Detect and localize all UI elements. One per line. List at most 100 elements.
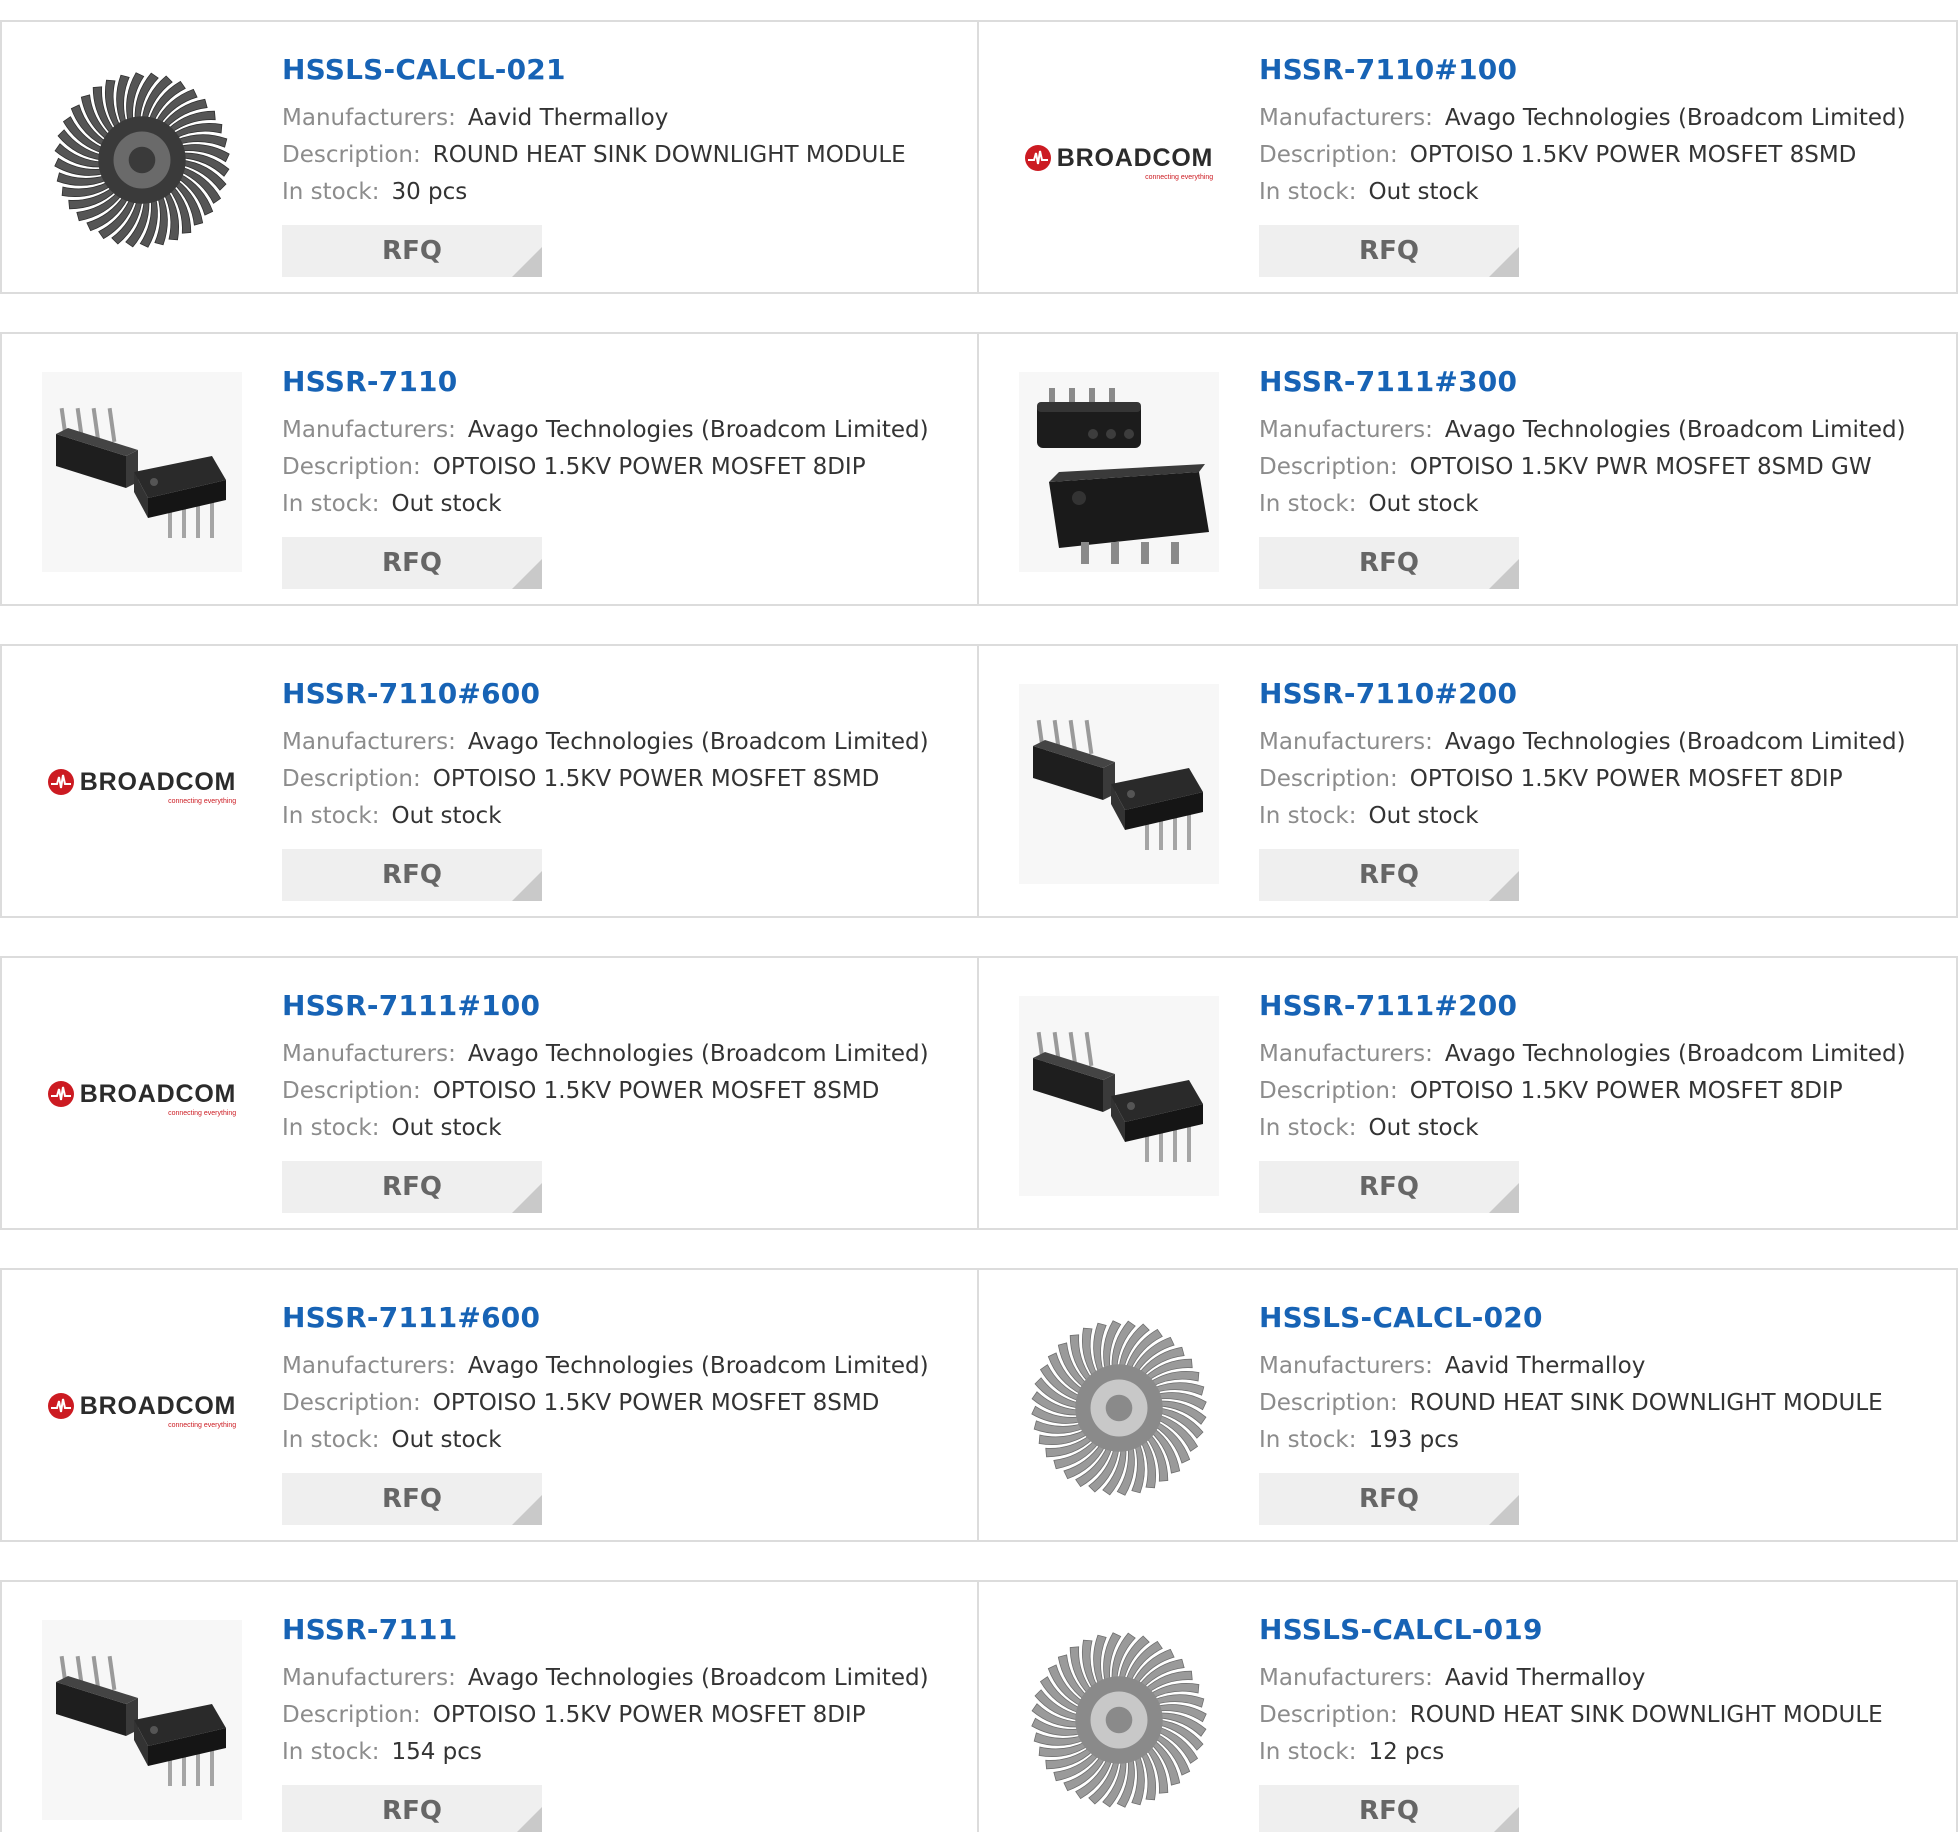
stock-row: In stock: 30 pcs: [282, 174, 967, 211]
part-number-link[interactable]: HSSLS-CALCL-019: [1259, 1612, 1946, 1648]
manufacturer-row: Manufacturers: Avago Technologies (Broadc…: [1259, 412, 1946, 449]
stock-value: 12 pcs: [1368, 1739, 1445, 1765]
stock-label: In stock:: [1259, 1739, 1357, 1765]
stock-row: In stock: Out stock: [282, 798, 967, 835]
broadcom-logo: BROADCOM connecting everything: [47, 1079, 237, 1117]
product-image[interactable]: [1017, 684, 1221, 888]
manufacturer-label: Manufacturers:: [282, 417, 456, 443]
product-image[interactable]: [40, 60, 244, 264]
product-info: HSSR-7111#200 Manufacturers: Avago Techno…: [1259, 988, 1946, 1213]
description-label: Description:: [1259, 454, 1398, 480]
part-number-link[interactable]: HSSR-7111#300: [1259, 364, 1946, 400]
part-number-link[interactable]: HSSLS-CALCL-020: [1259, 1300, 1946, 1336]
rfq-button[interactable]: RFQ: [1259, 1473, 1519, 1525]
rfq-label: RFQ: [382, 1172, 442, 1202]
description-label: Description:: [282, 454, 421, 480]
product-image[interactable]: [40, 1620, 244, 1824]
description-label: Description:: [282, 1702, 421, 1728]
description-label: Description:: [1259, 1702, 1398, 1728]
rfq-button[interactable]: RFQ: [282, 537, 542, 589]
product-info: HSSR-7110#200 Manufacturers: Avago Techno…: [1259, 676, 1946, 901]
rfq-button[interactable]: RFQ: [282, 1473, 542, 1525]
product-info: HSSR-7110 Manufacturers: Avago Technologi…: [282, 364, 967, 589]
description-value: ROUND HEAT SINK DOWNLIGHT MODULE: [432, 142, 906, 168]
rfq-button[interactable]: RFQ: [282, 849, 542, 901]
description-row: Description: ROUND HEAT SINK DOWNLIGHT MO…: [1259, 1385, 1946, 1422]
description-label: Description:: [1259, 766, 1398, 792]
stock-label: In stock:: [1259, 1427, 1357, 1453]
broadcom-wordmark: BROADCOM: [79, 767, 237, 796]
stock-value: Out stock: [391, 491, 502, 517]
manufacturer-value: Avago Technologies (Broadcom Limited): [1444, 729, 1906, 755]
manufacturer-row: Manufacturers: Avago Technologies (Broadc…: [1259, 724, 1946, 761]
part-number-link[interactable]: HSSR-7110#600: [282, 676, 967, 712]
heatsink-dark-icon: [47, 65, 237, 259]
part-number-link[interactable]: HSSR-7111#600: [282, 1300, 967, 1336]
product-image[interactable]: BROADCOM connecting everything: [40, 1308, 244, 1512]
manufacturer-row: Manufacturers: Avago Technologies (Broadc…: [282, 1660, 967, 1697]
product-card: BROADCOM connecting everything HSSR-7110…: [979, 20, 1958, 294]
stock-value: Out stock: [391, 1427, 502, 1453]
description-value: OPTOISO 1.5KV POWER MOSFET 8SMD: [432, 1078, 880, 1104]
heatsink-light-icon: [1024, 1313, 1214, 1507]
part-number-link[interactable]: HSSR-7111: [282, 1612, 967, 1648]
product-card: HSSLS-CALCL-019 Manufacturers: Aavid Ther…: [979, 1580, 1958, 1832]
stock-value: 154 pcs: [391, 1739, 482, 1765]
manufacturer-value: Aavid Thermalloy: [1444, 1665, 1646, 1691]
description-value: OPTOISO 1.5KV POWER MOSFET 8DIP: [1409, 1078, 1843, 1104]
rfq-button[interactable]: RFQ: [1259, 537, 1519, 589]
stock-label: In stock:: [282, 1115, 380, 1141]
product-image[interactable]: [1017, 1308, 1221, 1512]
product-card: BROADCOM connecting everything HSSR-7110…: [0, 644, 979, 918]
description-row: Description: OPTOISO 1.5KV POWER MOSFET 8…: [1259, 761, 1946, 798]
rfq-button[interactable]: RFQ: [282, 225, 542, 277]
product-info: HSSR-7111#300 Manufacturers: Avago Techno…: [1259, 364, 1946, 589]
description-value: OPTOISO 1.5KV POWER MOSFET 8SMD: [1409, 142, 1857, 168]
rfq-button[interactable]: RFQ: [1259, 1161, 1519, 1213]
manufacturer-label: Manufacturers:: [282, 1665, 456, 1691]
description-row: Description: OPTOISO 1.5KV POWER MOSFET 8…: [282, 1073, 967, 1110]
rfq-label: RFQ: [1359, 1484, 1419, 1514]
product-image[interactable]: BROADCOM connecting everything: [40, 684, 244, 888]
part-number-link[interactable]: HSSR-7110#100: [1259, 52, 1946, 88]
rfq-button[interactable]: RFQ: [282, 1785, 542, 1832]
rfq-button[interactable]: RFQ: [1259, 849, 1519, 901]
rfq-label: RFQ: [382, 860, 442, 890]
description-value: OPTOISO 1.5KV POWER MOSFET 8DIP: [432, 1702, 866, 1728]
manufacturer-label: Manufacturers:: [282, 1353, 456, 1379]
manufacturer-label: Manufacturers:: [1259, 417, 1433, 443]
part-number-link[interactable]: HSSR-7110: [282, 364, 967, 400]
product-image[interactable]: [40, 372, 244, 576]
part-number-link[interactable]: HSSR-7111#100: [282, 988, 967, 1024]
part-number-link[interactable]: HSSR-7111#200: [1259, 988, 1946, 1024]
stock-label: In stock:: [1259, 491, 1357, 517]
product-image[interactable]: [1017, 1620, 1221, 1824]
product-info: HSSR-7110#600 Manufacturers: Avago Techno…: [282, 676, 967, 901]
product-image[interactable]: BROADCOM connecting everything: [40, 996, 244, 1200]
corner-triangle-icon: [512, 1495, 542, 1525]
product-image[interactable]: [1017, 996, 1221, 1200]
product-card: HSSR-7111 Manufacturers: Avago Technologi…: [0, 1580, 979, 1832]
stock-row: In stock: 154 pcs: [282, 1734, 967, 1771]
stock-value: 30 pcs: [391, 179, 468, 205]
broadcom-wordmark: BROADCOM: [79, 1079, 237, 1108]
manufacturer-row: Manufacturers: Avago Technologies (Broadc…: [282, 1036, 967, 1073]
stock-value: Out stock: [391, 803, 502, 829]
rfq-button[interactable]: RFQ: [1259, 1785, 1519, 1832]
stock-label: In stock:: [282, 803, 380, 829]
stock-row: In stock: 12 pcs: [1259, 1734, 1946, 1771]
stock-row: In stock: Out stock: [1259, 486, 1946, 523]
product-image[interactable]: [1017, 372, 1221, 576]
product-image[interactable]: BROADCOM connecting everything: [1017, 60, 1221, 264]
stock-label: In stock:: [282, 1427, 380, 1453]
corner-triangle-icon: [1489, 1807, 1519, 1832]
stock-label: In stock:: [1259, 1115, 1357, 1141]
corner-triangle-icon: [1489, 1183, 1519, 1213]
stock-label: In stock:: [1259, 803, 1357, 829]
part-number-link[interactable]: HSSLS-CALCL-021: [282, 52, 967, 88]
rfq-button[interactable]: RFQ: [1259, 225, 1519, 277]
part-number-link[interactable]: HSSR-7110#200: [1259, 676, 1946, 712]
rfq-button[interactable]: RFQ: [282, 1161, 542, 1213]
stock-row: In stock: Out stock: [282, 1422, 967, 1459]
product-info: HSSR-7111#100 Manufacturers: Avago Techno…: [282, 988, 967, 1213]
